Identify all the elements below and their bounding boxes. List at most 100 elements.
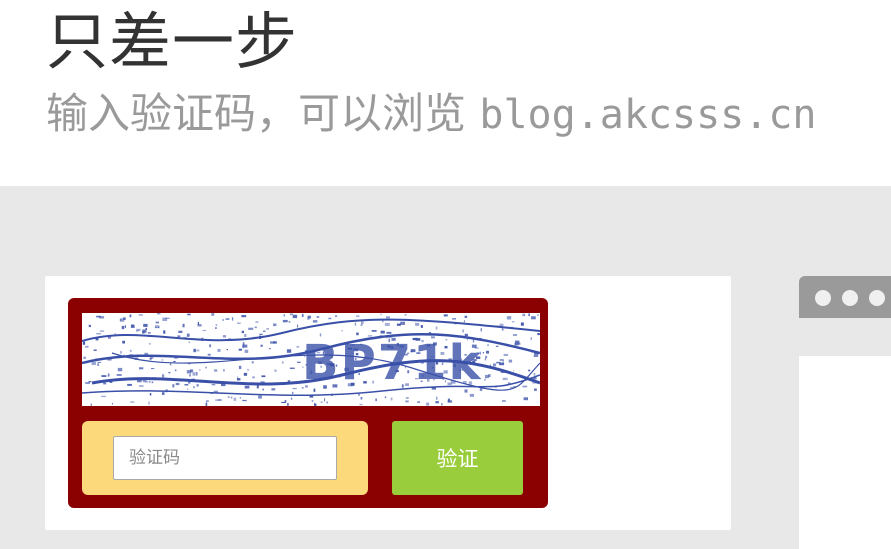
captcha-noise-speck — [371, 330, 377, 332]
captcha-noise-speck — [441, 403, 443, 406]
captcha-noise-speck — [190, 369, 194, 373]
captcha-noise-speck — [145, 327, 147, 330]
captcha-noise-speck — [341, 329, 343, 332]
captcha-noise-speck — [99, 316, 105, 319]
captcha-noise-speck — [259, 333, 263, 336]
captcha-noise-speck — [485, 355, 488, 359]
captcha-noise-speck — [356, 315, 360, 317]
captcha-noise-speck — [520, 322, 524, 326]
captcha-noise-speck — [223, 369, 225, 372]
captcha-noise-speck — [289, 367, 295, 369]
captcha-noise-speck — [506, 316, 512, 320]
captcha-noise-speck — [287, 403, 289, 406]
captcha-noise-speck — [405, 397, 409, 399]
captcha-noise-speck — [502, 360, 504, 364]
captcha-noise-speck — [480, 328, 482, 332]
captcha-noise-speck — [522, 313, 526, 317]
captcha-noise-speck — [533, 354, 539, 357]
captcha-noise-speck — [97, 363, 99, 366]
captcha-noise-speck — [274, 369, 277, 372]
captcha-noise-speck — [328, 317, 332, 320]
captcha-noise-speck — [151, 368, 155, 370]
captcha-noise-speck — [199, 369, 201, 371]
captcha-noise-speck — [282, 319, 288, 323]
captcha-noise-speck — [139, 367, 144, 370]
captcha-input[interactable] — [113, 436, 337, 480]
captcha-noise-speck — [493, 363, 497, 367]
captcha-noise-speck — [316, 316, 320, 318]
captcha-noise-speck — [192, 372, 195, 376]
captcha-noise-speck — [83, 356, 86, 359]
captcha-noise-speck — [241, 315, 247, 318]
captcha-noise-speck — [217, 349, 221, 352]
captcha-noise-speck — [256, 385, 259, 389]
captcha-noise-speck — [165, 317, 170, 319]
captcha-card: BP71k 验证 — [45, 276, 731, 530]
captcha-noise-speck — [273, 341, 277, 344]
captcha-noise-speck — [400, 321, 405, 325]
captcha-noise-speck — [193, 386, 195, 389]
captcha-noise-speck — [222, 319, 224, 321]
captcha-noise-speck — [484, 358, 486, 361]
captcha-noise-speck — [386, 316, 390, 319]
captcha-noise-speck — [495, 345, 499, 347]
captcha-noise-speck — [177, 335, 181, 338]
captcha-text: BP71k — [302, 335, 482, 391]
captcha-noise-speck — [281, 361, 284, 364]
captcha-noise-speck — [530, 337, 532, 341]
captcha-noise-speck — [420, 325, 423, 328]
captcha-noise-speck — [182, 323, 185, 328]
captcha-noise-speck — [435, 401, 439, 404]
captcha-noise-speck — [435, 326, 438, 330]
subtitle-url: blog.akcsss.cn — [479, 92, 817, 138]
verify-button[interactable]: 验证 — [392, 421, 523, 495]
captcha-noise-speck — [107, 373, 110, 377]
captcha-noise-speck — [283, 314, 285, 317]
captcha-noise-speck — [238, 348, 242, 351]
page-subtitle: 输入验证码，可以浏览 blog.akcsss.cn — [46, 86, 817, 143]
captcha-noise-speck — [260, 344, 263, 347]
captcha-noise-speck — [242, 344, 248, 348]
captcha-noise-speck — [375, 398, 377, 402]
captcha-noise-speck — [90, 403, 92, 406]
captcha-noise-speck — [452, 318, 456, 320]
captcha-noise-speck — [147, 332, 151, 334]
captcha-noise-speck — [462, 329, 464, 333]
subtitle-text: 输入验证码，可以浏览 — [46, 89, 480, 138]
captcha-noise-speck — [211, 313, 215, 316]
browser-dot-icon — [815, 290, 831, 306]
captcha-noise-speck — [255, 321, 259, 323]
captcha-noise-speck — [426, 402, 430, 406]
captcha-noise-speck — [168, 372, 171, 374]
captcha-noise-speck — [537, 314, 539, 316]
captcha-noise-speck — [502, 377, 508, 381]
captcha-noise-speck — [271, 388, 276, 391]
captcha-noise-speck — [292, 314, 298, 319]
captcha-noise-speck — [215, 399, 220, 401]
captcha-noise-speck — [514, 340, 520, 344]
captcha-noise-speck — [120, 351, 122, 354]
captcha-noise-speck — [148, 401, 150, 405]
captcha-noise-speck — [496, 361, 501, 364]
captcha-noise-speck — [175, 382, 180, 386]
captcha-noise-speck — [186, 333, 190, 337]
captcha-noise-speck — [244, 385, 250, 389]
captcha-noise-speck — [523, 397, 528, 401]
captcha-noise-speck — [301, 313, 304, 317]
captcha-image: BP71k — [82, 313, 540, 406]
captcha-noise-speck — [130, 401, 135, 403]
captcha-noise-speck — [514, 343, 519, 346]
captcha-noise-speck — [197, 324, 202, 327]
captcha-noise-speck — [238, 365, 242, 369]
browser-window-bar — [799, 276, 891, 318]
captcha-noise-speck — [178, 330, 183, 333]
captcha-noise-speck — [360, 397, 363, 400]
captcha-noise-speck — [307, 315, 311, 319]
captcha-noise-speck — [248, 327, 254, 330]
captcha-noise-speck — [484, 378, 486, 381]
captcha-noise-speck — [205, 402, 208, 406]
captcha-noise-speck — [247, 368, 249, 371]
captcha-noise-speck — [288, 321, 291, 323]
captcha-noise-speck — [121, 325, 125, 330]
page-title: 只差一步 — [46, 5, 299, 78]
